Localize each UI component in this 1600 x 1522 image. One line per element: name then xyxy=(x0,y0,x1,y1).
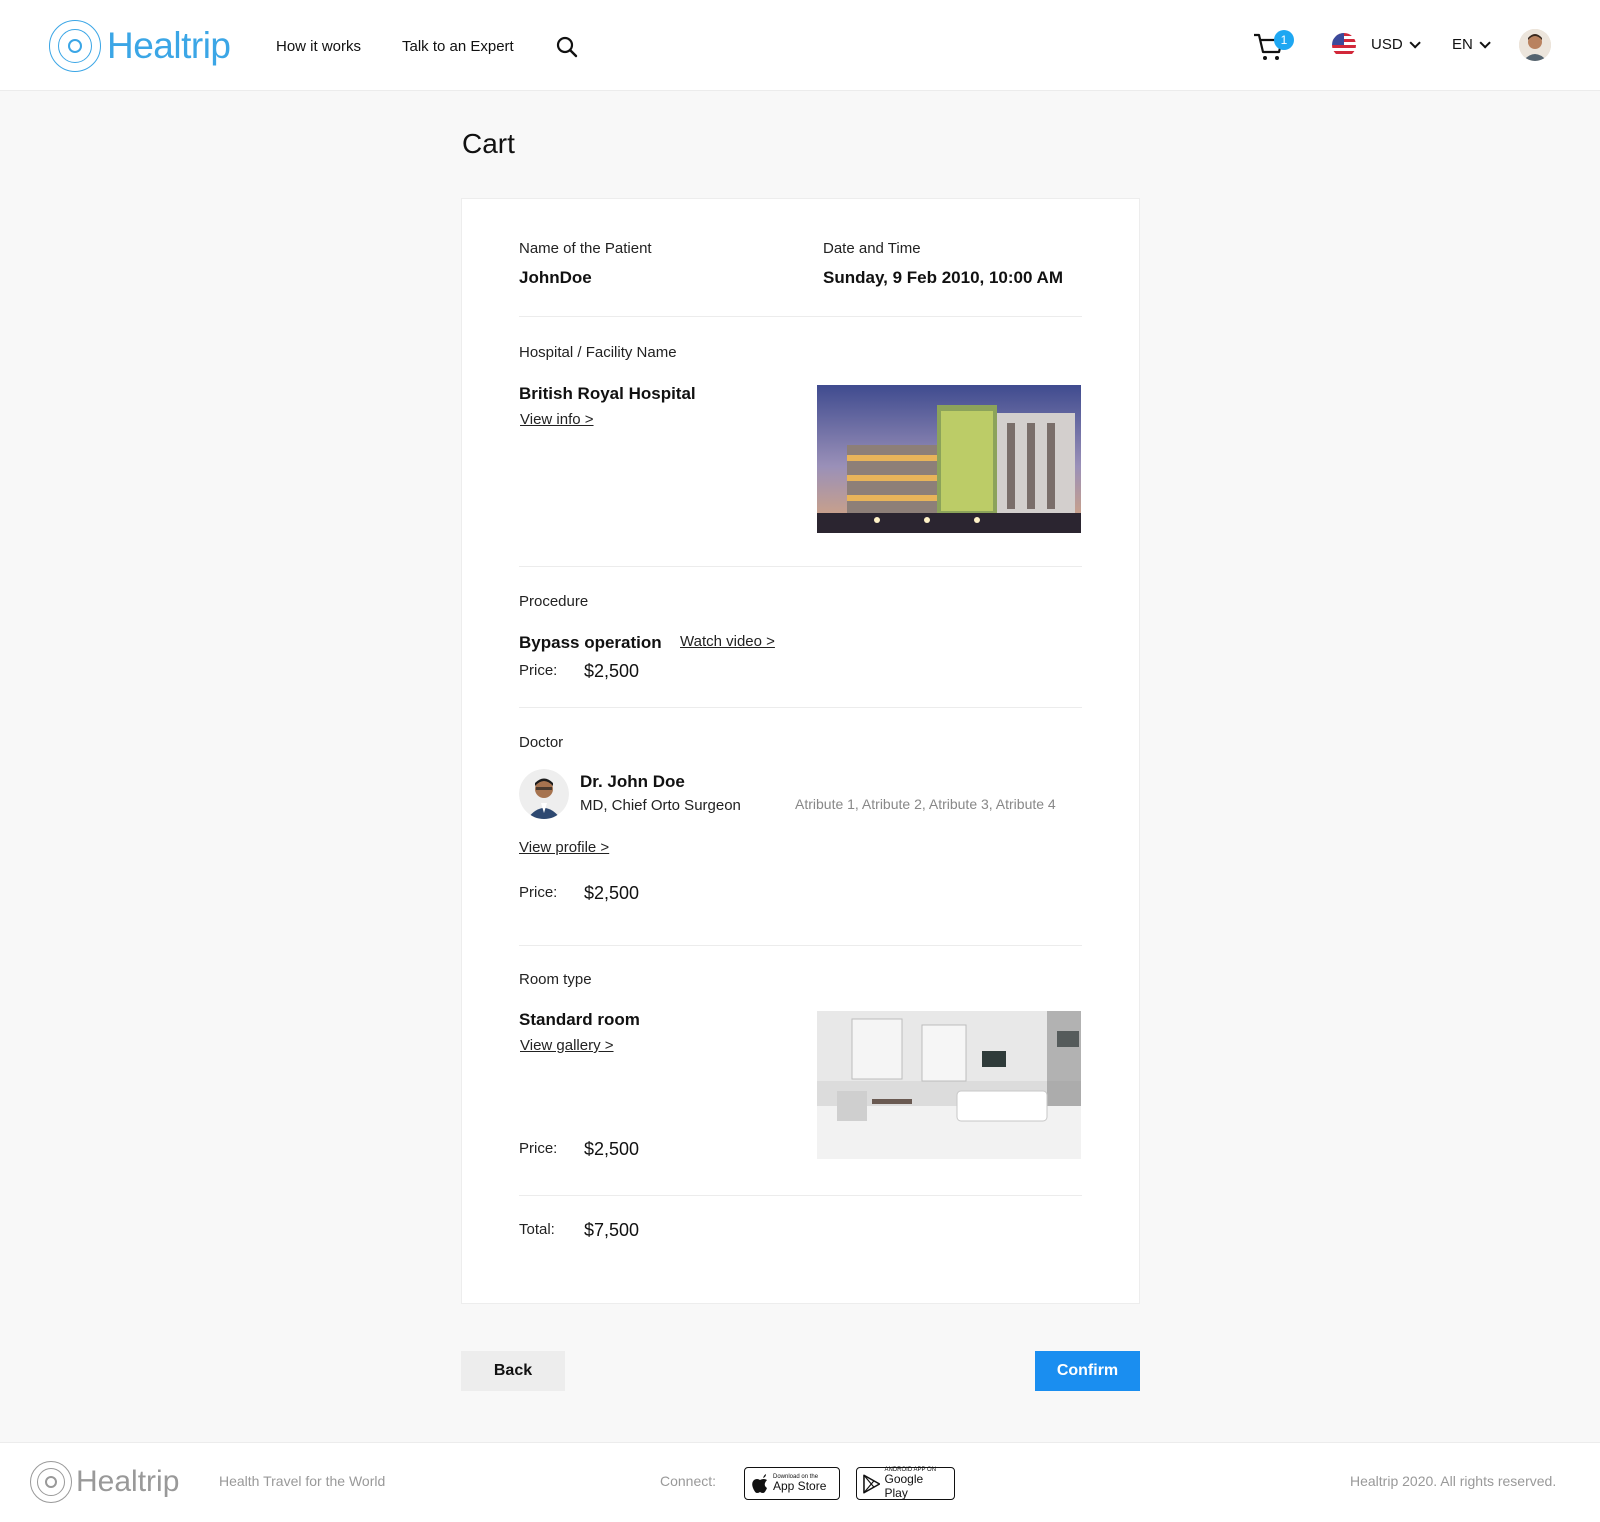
google-play-icon xyxy=(863,1473,881,1494)
patient-name-value: JohnDoe xyxy=(519,268,592,287)
back-button[interactable]: Back xyxy=(461,1351,565,1391)
room-image xyxy=(817,1011,1081,1159)
procedure-price-label: Price: xyxy=(519,662,558,679)
date-time-label: Date and Time xyxy=(823,240,921,257)
app-store-badge[interactable]: Download on the App Store xyxy=(744,1467,840,1500)
logo[interactable]: Healtrip xyxy=(49,20,231,72)
chevron-down-icon xyxy=(1409,36,1421,49)
confirm-button[interactable]: Confirm xyxy=(1035,1351,1140,1391)
apple-icon xyxy=(752,1473,767,1493)
footer-connect-label: Connect: xyxy=(660,1473,717,1489)
currency-value: USD xyxy=(1371,36,1403,53)
view-profile-link[interactable]: View profile > xyxy=(519,839,609,856)
hospital-image xyxy=(817,385,1081,533)
procedure-label: Procedure xyxy=(519,593,589,610)
divider xyxy=(519,316,1082,317)
google-play-badge[interactable]: ANDROID APP ON Google Play xyxy=(856,1467,955,1500)
app-store-big-text: App Store xyxy=(773,1478,827,1493)
logo-icon xyxy=(30,1461,72,1503)
language-value: EN xyxy=(1452,36,1473,53)
procedure-name: Bypass operation xyxy=(519,633,662,652)
room-label: Room type xyxy=(519,971,592,988)
date-time-value: Sunday, 9 Feb 2010, 10:00 AM xyxy=(823,268,1063,287)
divider xyxy=(519,945,1082,946)
currency-selector[interactable]: USD xyxy=(1371,36,1421,53)
total-value: $7,500 xyxy=(584,1220,640,1240)
room-price: $2,500 xyxy=(584,1139,640,1159)
doctor-attributes: Atribute 1, Atribute 2, Atribute 3, Atri… xyxy=(795,796,1056,812)
doctor-price: $2,500 xyxy=(584,883,640,903)
view-gallery-link[interactable]: View gallery > xyxy=(520,1037,614,1054)
room-price-label: Price: xyxy=(519,1140,558,1157)
cart-card: Name of the Patient JohnDoe Date and Tim… xyxy=(461,198,1140,1304)
doctor-price-label: Price: xyxy=(519,884,558,901)
footer-copyright: Healtrip 2020. All rights reserved. xyxy=(1350,1473,1557,1489)
user-avatar[interactable] xyxy=(1519,29,1551,61)
cart-count-badge: 1 xyxy=(1274,30,1294,50)
doctor-title: MD, Chief Orto Surgeon xyxy=(580,797,741,814)
search-icon[interactable] xyxy=(556,36,578,58)
footer-logo[interactable]: Healtrip xyxy=(30,1461,179,1503)
hospital-name: British Royal Hospital xyxy=(519,384,696,403)
nav-how-it-works[interactable]: How it works xyxy=(276,38,361,55)
us-flag-icon[interactable] xyxy=(1332,33,1356,57)
page-title: Cart xyxy=(462,128,515,159)
divider xyxy=(519,1195,1082,1196)
procedure-price: $2,500 xyxy=(584,661,640,681)
header: Healtrip How it works Talk to an Expert … xyxy=(0,0,1600,91)
chevron-down-icon xyxy=(1479,36,1491,49)
divider xyxy=(519,707,1082,708)
doctor-label: Doctor xyxy=(519,734,564,751)
divider xyxy=(519,566,1082,567)
doctor-avatar xyxy=(519,769,569,819)
language-selector[interactable]: EN xyxy=(1452,36,1491,53)
google-play-big-text: Google Play xyxy=(884,1472,924,1500)
footer-logo-text: Healtrip xyxy=(76,1465,180,1498)
footer: Healtrip Health Travel for the World Con… xyxy=(0,1442,1600,1522)
footer-tagline: Health Travel for the World xyxy=(219,1473,386,1489)
room-name: Standard room xyxy=(519,1010,640,1029)
logo-icon xyxy=(49,20,101,72)
watch-video-link[interactable]: Watch video > xyxy=(680,633,775,650)
view-info-link[interactable]: View info > xyxy=(520,411,594,428)
logo-text: Healtrip xyxy=(107,25,231,66)
doctor-name: Dr. John Doe xyxy=(580,772,685,791)
patient-name-label: Name of the Patient xyxy=(519,240,652,257)
nav-talk-to-expert[interactable]: Talk to an Expert xyxy=(402,38,514,55)
total-label: Total: xyxy=(519,1221,555,1238)
hospital-label: Hospital / Facility Name xyxy=(519,344,677,361)
